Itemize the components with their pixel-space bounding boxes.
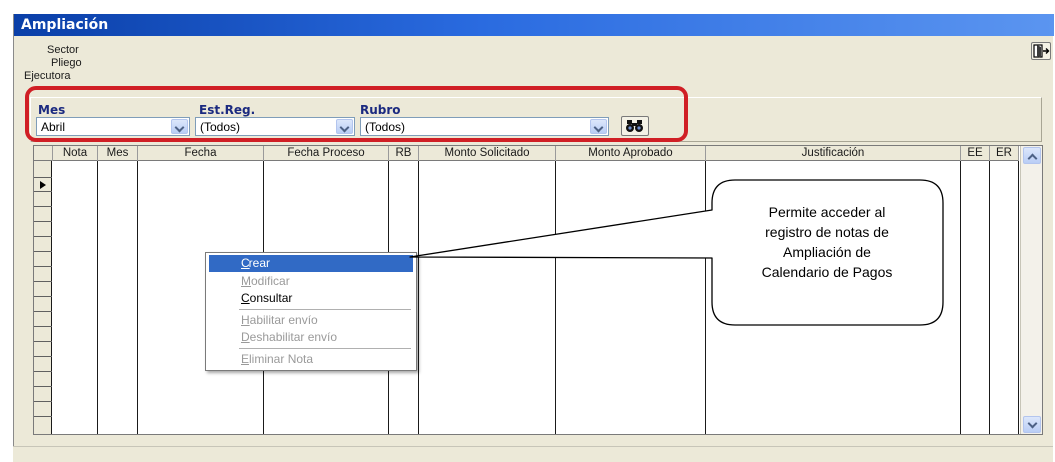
callout-line: registro de notas de <box>765 224 889 240</box>
status-bar <box>13 446 1053 462</box>
callout-line: Permite acceder al <box>768 204 886 220</box>
callout-line: Calendario de Pagos <box>761 264 893 280</box>
callout-text: Permite acceder al registro de notas de … <box>718 202 936 282</box>
callout-line: Ampliación de <box>783 244 871 260</box>
